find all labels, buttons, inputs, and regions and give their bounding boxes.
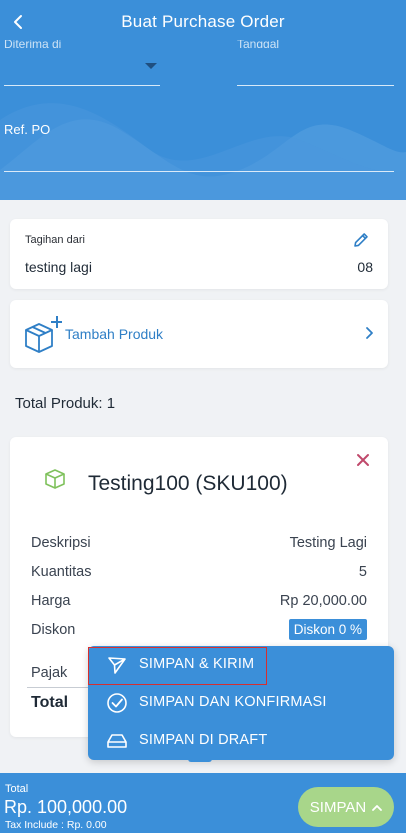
divider	[27, 687, 97, 688]
footer-total-label: Total	[5, 783, 29, 795]
price-label: Harga	[31, 593, 71, 609]
ref-po-input[interactable]	[4, 140, 394, 172]
date-label: Tanggal	[237, 40, 280, 48]
price-value: Rp 20,000.00	[279, 593, 367, 609]
date-field[interactable]	[237, 50, 394, 86]
save-button[interactable]: SIMPAN	[298, 787, 394, 827]
billing-card[interactable]: Tagihan dari testing lagi 08	[10, 219, 388, 289]
description-row: Deskripsi Testing Lagi	[31, 535, 367, 555]
tax-label: Pajak	[31, 665, 68, 681]
menu-item-label: SIMPAN DI DRAFT	[139, 732, 268, 748]
caret-down-icon	[145, 63, 157, 69]
close-icon[interactable]	[356, 453, 370, 467]
received-at-dropdown[interactable]	[4, 50, 160, 86]
ref-po-label: Ref. PO	[4, 122, 51, 137]
send-icon	[108, 657, 126, 674]
description-value: Testing Lagi	[289, 535, 367, 551]
pencil-icon[interactable]	[352, 231, 370, 249]
bottom-bar: Total Rp. 100,000.00 Tax Include : Rp. 0…	[0, 773, 406, 833]
menu-item-save-and-send[interactable]: SIMPAN & KIRIM	[88, 646, 394, 684]
save-button-label: SIMPAN	[309, 798, 367, 816]
description-label: Deskripsi	[31, 535, 91, 551]
chevron-right-icon	[366, 327, 373, 339]
footer-tax-include: Tax Include : Rp. 0.00	[5, 819, 107, 831]
box-plus-icon	[25, 316, 62, 353]
quantity-label: Kuantitas	[31, 564, 92, 580]
menu-pointer	[188, 758, 212, 762]
discount-label: Diskon	[31, 622, 76, 638]
add-product-label: Tambah Produk	[65, 326, 164, 342]
discount-badge[interactable]: Diskon 0 %	[288, 619, 367, 640]
page-title: Buat Purchase Order	[121, 12, 285, 31]
received-at-label: Diterima di	[4, 40, 62, 48]
billing-label: Tagihan dari	[25, 234, 85, 246]
menu-item-save-draft[interactable]: SIMPAN DI DRAFT	[88, 722, 394, 760]
header: Buat Purchase Order Diterima di Tanggal …	[0, 0, 406, 200]
quantity-value: 5	[358, 564, 367, 580]
discount-row: Diskon Diskon 0 %	[31, 619, 367, 642]
chevron-up-icon	[372, 804, 383, 811]
billing-name: testing lagi	[25, 259, 92, 275]
drive-icon	[107, 734, 127, 748]
quantity-row: Kuantitas 5	[31, 564, 367, 584]
total-products: Total Produk: 1	[15, 395, 116, 412]
back-button[interactable]	[4, 6, 32, 38]
product-name: Testing100 (SKU100)	[88, 472, 288, 495]
total-label: Total	[31, 694, 69, 711]
menu-item-label: SIMPAN & KIRIM	[139, 656, 255, 672]
footer-total-amount: Rp. 100,000.00	[4, 797, 128, 817]
price-row: Harga Rp 20,000.00	[31, 593, 367, 613]
product-box-icon	[45, 469, 65, 489]
save-options-menu: SIMPAN & KIRIM SIMPAN DAN KONFIRMASI SIM…	[88, 646, 394, 760]
add-product-button[interactable]: Tambah Produk	[10, 300, 388, 368]
check-circle-icon	[107, 693, 127, 713]
billing-code: 08	[357, 259, 373, 275]
chevron-left-icon	[14, 15, 22, 29]
menu-item-label: SIMPAN DAN KONFIRMASI	[139, 694, 327, 710]
menu-item-save-and-confirm[interactable]: SIMPAN DAN KONFIRMASI	[88, 684, 394, 722]
top-bar: Buat Purchase Order	[0, 0, 406, 44]
